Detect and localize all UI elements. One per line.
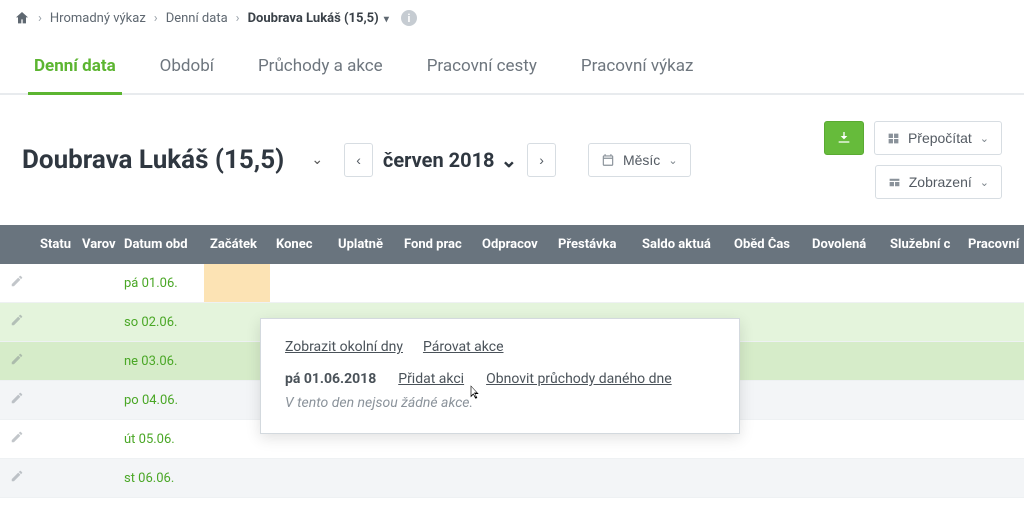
period-label[interactable]: červen 2018 ⌄ (373, 148, 527, 172)
cell-zacatek[interactable] (204, 264, 270, 302)
view-button[interactable]: Zobrazení ⌄ (875, 165, 1002, 199)
range-mode-button[interactable]: Měsíc ⌄ (588, 143, 691, 177)
link-surrounding-days[interactable]: Zobrazit okolní dny (285, 339, 403, 355)
chevron-right-icon: › (38, 11, 42, 26)
popover-empty-note: V tento den nejsou žádné akce. (285, 395, 715, 411)
breadcrumb: › Hromadný výkaz › Denní data › Doubrava… (0, 0, 1024, 32)
chevron-down-icon: ⌄ (501, 148, 518, 172)
cell-datum[interactable]: ne 03.06. (118, 354, 204, 369)
table-header: Statu Varov Datum obd Začátek Konec Upla… (0, 225, 1024, 264)
tree-action-button[interactable] (824, 121, 864, 155)
tab-pruchody[interactable]: Průchody a akce (252, 46, 389, 95)
header-bar: Doubrava Lukáš (15,5) ⌄ ‹ červen 2018 ⌄ … (0, 95, 1024, 225)
edit-row-button[interactable] (0, 313, 34, 331)
table-row[interactable]: st 06.06. (0, 459, 1024, 498)
chevron-down-icon: ⌄ (311, 152, 323, 168)
edit-row-button[interactable] (0, 430, 34, 448)
tab-obdobi[interactable]: Období (154, 46, 220, 95)
cell-datum[interactable]: po 04.06. (118, 393, 204, 408)
table-row[interactable]: pá 01.06. (0, 264, 1024, 303)
col-pracovni[interactable]: Pracovní (962, 237, 1024, 252)
pencil-icon (10, 394, 24, 409)
chevron-down-icon: ▾ (384, 14, 389, 25)
tab-cesty[interactable]: Pracovní cesty (421, 46, 543, 95)
chevron-down-icon: ⌄ (668, 154, 677, 167)
tabs: Denní data Období Průchody a akce Pracov… (0, 32, 1024, 95)
col-zacatek[interactable]: Začátek (204, 237, 270, 252)
pencil-icon (10, 355, 24, 370)
info-icon[interactable]: i (401, 10, 417, 26)
col-dovolena[interactable]: Dovolená (806, 237, 884, 252)
pencil-icon (10, 433, 24, 448)
col-sluzebni[interactable]: Služební c (884, 237, 962, 252)
breadcrumb-link[interactable]: Denní data (166, 11, 228, 26)
layout-icon (888, 176, 901, 189)
cell-datum[interactable]: út 05.06. (118, 432, 204, 447)
col-status[interactable]: Statu (34, 237, 76, 252)
chevron-left-icon: ‹ (356, 152, 361, 168)
breadcrumb-current[interactable]: Doubrava Lukáš (15,5) ▾ (248, 11, 389, 26)
col-odprac[interactable]: Odpracov (476, 237, 552, 252)
person-title: Doubrava Lukáš (15,5) (22, 145, 284, 175)
person-dropdown[interactable]: ⌄ (304, 147, 330, 173)
period-navigator: ‹ červen 2018 ⌄ › (344, 143, 556, 177)
pencil-icon (10, 277, 24, 292)
calendar-icon (601, 153, 615, 167)
tab-denni-data[interactable]: Denní data (28, 46, 122, 95)
cell-datum[interactable]: pá 01.06. (118, 276, 204, 291)
chevron-down-icon: ⌄ (980, 132, 989, 145)
recalc-button[interactable]: Přepočítat ⌄ (874, 121, 1002, 155)
breadcrumb-link[interactable]: Hromadný výkaz (50, 11, 146, 26)
edit-row-button[interactable] (0, 274, 34, 292)
pencil-icon (10, 472, 24, 487)
col-uplatneni[interactable]: Uplatně (332, 237, 398, 252)
chevron-right-icon: › (154, 11, 158, 26)
grid-icon (887, 132, 900, 145)
col-saldo[interactable]: Saldo aktuá (636, 237, 728, 252)
next-period-button[interactable]: › (527, 143, 556, 177)
day-detail-popover: Zobrazit okolní dny Párovat akce pá 01.0… (260, 318, 740, 434)
col-obed[interactable]: Oběd Čas (728, 237, 806, 252)
pencil-icon (10, 316, 24, 331)
edit-row-button[interactable] (0, 469, 34, 487)
edit-row-button[interactable] (0, 391, 34, 409)
chevron-down-icon: ⌄ (980, 176, 989, 189)
home-icon[interactable] (14, 10, 30, 26)
popover-date: pá 01.06.2018 (285, 371, 376, 387)
link-add-action[interactable]: Přidat akci (398, 371, 464, 387)
chevron-right-icon: › (236, 11, 240, 26)
link-pair-actions[interactable]: Párovat akce (423, 339, 504, 355)
col-konec[interactable]: Konec (270, 237, 332, 252)
cell-datum[interactable]: so 02.06. (118, 315, 204, 330)
edit-row-button[interactable] (0, 352, 34, 370)
link-restore-passes[interactable]: Obnovit průchody daného dne (486, 371, 672, 387)
prev-period-button[interactable]: ‹ (344, 143, 373, 177)
col-datum[interactable]: Datum obd (118, 237, 204, 252)
tab-vykaz[interactable]: Pracovní výkaz (575, 46, 700, 95)
col-fond[interactable]: Fond prac (398, 237, 476, 252)
cell-datum[interactable]: st 06.06. (118, 471, 204, 486)
col-varovani[interactable]: Varov (76, 237, 118, 252)
chevron-right-icon: › (539, 152, 544, 168)
col-prestavka[interactable]: Přestávka (552, 237, 636, 252)
